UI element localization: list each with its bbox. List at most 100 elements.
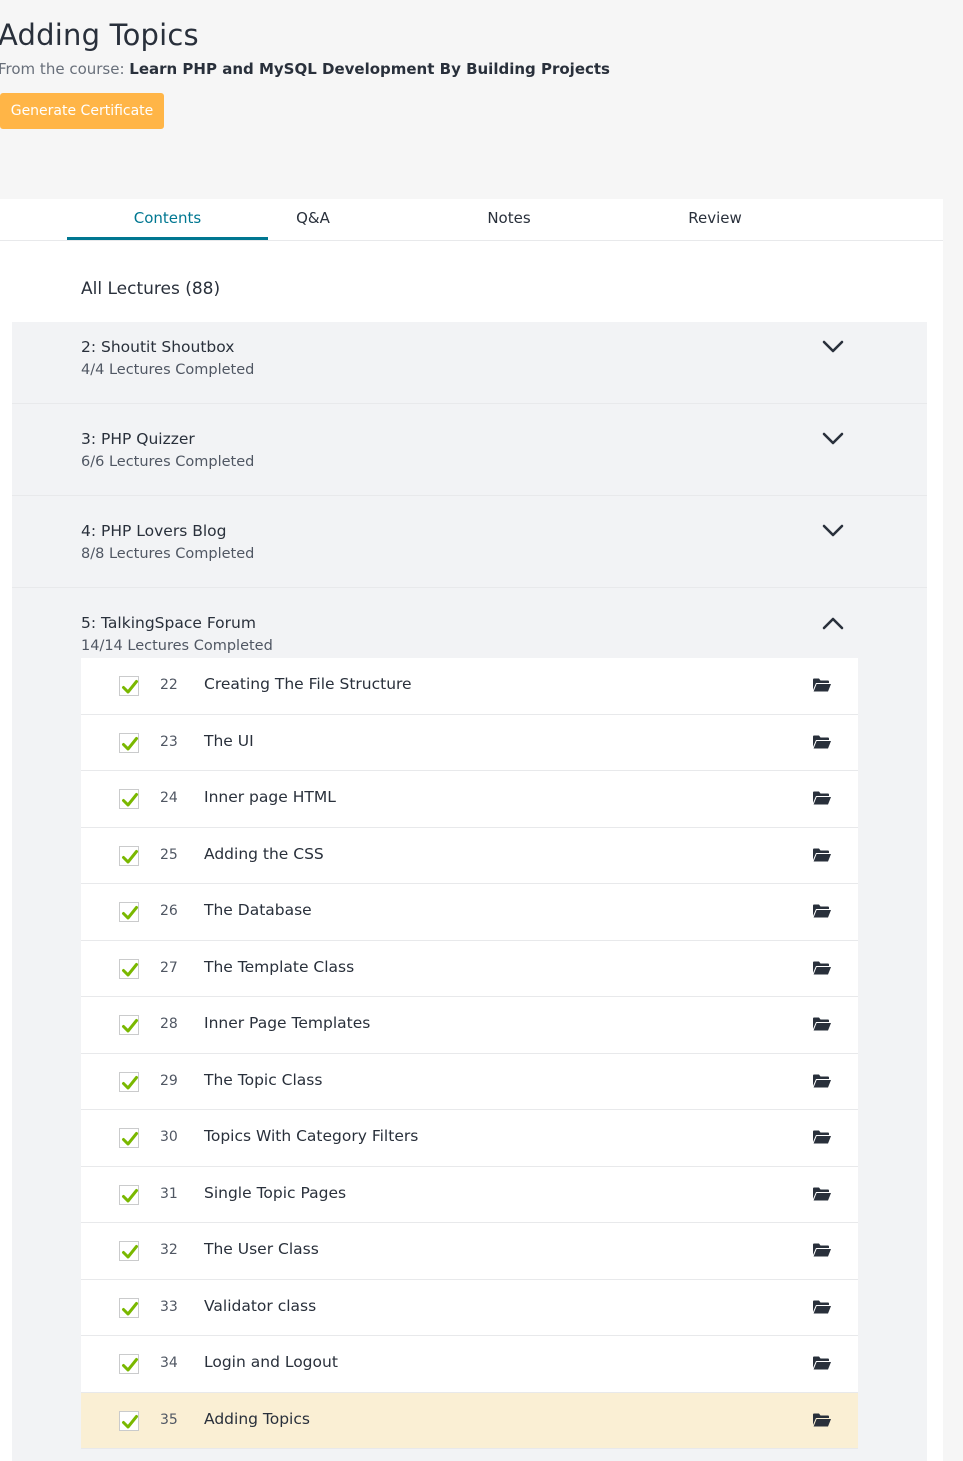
- folder-open-icon[interactable]: [813, 1017, 831, 1031]
- folder-open-icon[interactable]: [813, 1074, 831, 1088]
- lecture-number: 33: [160, 1298, 178, 1315]
- lecture-number: 32: [160, 1242, 178, 1258]
- folder-open-icon[interactable]: [813, 1413, 831, 1427]
- section-title: 3: PHP Quizzer: [81, 430, 195, 448]
- section-title: 5: TalkingSpace Forum: [81, 614, 256, 632]
- tab-notes[interactable]: Notes: [450, 199, 568, 240]
- lecture-title[interactable]: Adding the CSS: [204, 845, 324, 863]
- checkmark-icon: [122, 1414, 138, 1428]
- section-title: 4: PHP Lovers Blog: [81, 522, 227, 540]
- lecture-number: 22: [160, 677, 178, 693]
- checkmark-icon: [122, 1301, 138, 1315]
- lecture-row[interactable]: 31 Single Topic Pages: [81, 1166, 858, 1223]
- lecture-row[interactable]: 29 The Topic Class: [81, 1053, 858, 1110]
- generate-certificate-button[interactable]: Generate Certificate: [0, 93, 164, 129]
- tab-contents[interactable]: Contents: [67, 199, 268, 240]
- lecture-title[interactable]: The Topic Class: [204, 1071, 322, 1089]
- section-php-quizzer[interactable]: 3: PHP Quizzer 6/6 Lectures Completed: [12, 404, 927, 496]
- lecture-title[interactable]: Login and Logout: [204, 1353, 338, 1371]
- lecture-number: 29: [160, 1072, 178, 1089]
- tab-qa[interactable]: Q&A: [268, 199, 358, 240]
- course-prefix: From the course:: [0, 60, 130, 78]
- checkmark-icon: [122, 1075, 138, 1089]
- folder-open-icon[interactable]: [813, 735, 831, 749]
- lecture-row[interactable]: 30 Topics With Category Filters: [81, 1110, 858, 1167]
- folder-open-icon[interactable]: [813, 791, 831, 805]
- checkmark-icon: [122, 736, 138, 750]
- lecture-row[interactable]: 25 Adding the CSS: [81, 827, 858, 884]
- chevron-down-icon: [822, 340, 844, 353]
- folder-open-icon[interactable]: [813, 1130, 831, 1144]
- section-progress: 8/8 Lectures Completed: [81, 546, 255, 562]
- lecture-row[interactable]: 35 Adding Topics: [81, 1392, 858, 1449]
- checkmark-icon: [122, 962, 138, 976]
- folder-open-icon[interactable]: [813, 1243, 831, 1257]
- lecture-number: 25: [160, 846, 178, 863]
- lecture-title[interactable]: Inner Page Templates: [204, 1014, 370, 1032]
- lecture-title[interactable]: Single Topic Pages: [204, 1184, 346, 1202]
- lecture-row[interactable]: 22 Creating The File Structure: [81, 658, 858, 715]
- lecture-title[interactable]: Creating The File Structure: [204, 675, 412, 693]
- chevron-down-icon: [822, 524, 844, 537]
- lecture-row[interactable]: 32 The User Class: [81, 1223, 858, 1280]
- lecture-complete-checkbox[interactable]: [119, 1071, 139, 1092]
- lecture-title[interactable]: Topics With Category Filters: [204, 1127, 418, 1145]
- lecture-row[interactable]: 23 The UI: [81, 714, 858, 771]
- lecture-row[interactable]: 26 The Database: [81, 884, 858, 941]
- tab-bar: Contents Q&A Notes Review: [0, 199, 943, 241]
- lecture-title[interactable]: Adding Topics: [204, 1410, 310, 1428]
- lecture-complete-checkbox[interactable]: [119, 1015, 139, 1035]
- lecture-number: 26: [160, 903, 178, 919]
- lecture-complete-checkbox[interactable]: [119, 1184, 139, 1205]
- checkmark-icon: [122, 793, 138, 807]
- lecture-title[interactable]: The UI: [204, 732, 254, 750]
- lecture-title[interactable]: Validator class: [204, 1297, 316, 1315]
- lecture-complete-checkbox[interactable]: [119, 958, 139, 979]
- lecture-row[interactable]: 33 Validator class: [81, 1279, 858, 1336]
- folder-open-icon[interactable]: [813, 1356, 831, 1370]
- section-shoutit-shoutbox[interactable]: 2: Shoutit Shoutbox 4/4 Lectures Complet…: [12, 322, 927, 404]
- checkmark-icon: [122, 1245, 138, 1259]
- lecture-number: 27: [160, 959, 178, 976]
- page-title: Adding Topics: [0, 18, 199, 52]
- all-lectures-heading: All Lectures (88): [81, 279, 221, 299]
- lecture-row[interactable]: 28 Inner Page Templates: [81, 997, 858, 1054]
- lecture-complete-checkbox[interactable]: [119, 1297, 139, 1318]
- section-progress: 6/6 Lectures Completed: [81, 454, 255, 470]
- lecture-complete-checkbox[interactable]: [119, 1128, 139, 1148]
- lecture-complete-checkbox[interactable]: [119, 676, 139, 696]
- course-line: From the course: Learn PHP and MySQL Dev…: [0, 60, 610, 78]
- lecture-row[interactable]: 24 Inner page HTML: [81, 771, 858, 828]
- lecture-header: Adding Topics From the course: Learn PHP…: [0, 0, 963, 190]
- lecture-title[interactable]: The Database: [204, 901, 312, 919]
- chevron-up-icon: [822, 617, 844, 630]
- lecture-list: 22 Creating The File Structure 23 The UI 24 I…: [81, 658, 858, 1449]
- lecture-complete-checkbox[interactable]: [119, 1354, 139, 1374]
- section-php-lovers-blog[interactable]: 4: PHP Lovers Blog 8/8 Lectures Complete…: [12, 496, 927, 588]
- lecture-complete-checkbox[interactable]: [119, 902, 139, 922]
- section-progress: 14/14 Lectures Completed: [81, 638, 273, 654]
- lecture-number: 23: [160, 733, 178, 750]
- lecture-title[interactable]: Inner page HTML: [204, 788, 336, 806]
- folder-open-icon[interactable]: [813, 904, 831, 918]
- lecture-number: 31: [160, 1185, 178, 1202]
- lecture-number: 30: [160, 1129, 178, 1145]
- lecture-complete-checkbox[interactable]: [119, 732, 139, 753]
- folder-open-icon[interactable]: [813, 848, 831, 862]
- folder-open-icon[interactable]: [813, 1187, 831, 1201]
- checkmark-icon: [122, 1358, 138, 1372]
- lecture-row[interactable]: 34 Login and Logout: [81, 1336, 858, 1393]
- lecture-complete-checkbox[interactable]: [119, 1241, 139, 1261]
- tab-review[interactable]: Review: [660, 199, 770, 240]
- checkmark-icon: [122, 906, 138, 920]
- folder-open-icon[interactable]: [813, 961, 831, 975]
- folder-open-icon[interactable]: [813, 1300, 831, 1314]
- lecture-title[interactable]: The User Class: [204, 1240, 319, 1258]
- folder-open-icon[interactable]: [813, 678, 831, 692]
- lecture-row[interactable]: 27 The Template Class: [81, 940, 858, 997]
- lecture-title[interactable]: The Template Class: [204, 958, 354, 976]
- lecture-complete-checkbox[interactable]: [119, 845, 139, 866]
- course-name[interactable]: Learn PHP and MySQL Development By Build…: [129, 60, 610, 78]
- lecture-complete-checkbox[interactable]: [119, 1410, 139, 1431]
- lecture-complete-checkbox[interactable]: [119, 789, 139, 809]
